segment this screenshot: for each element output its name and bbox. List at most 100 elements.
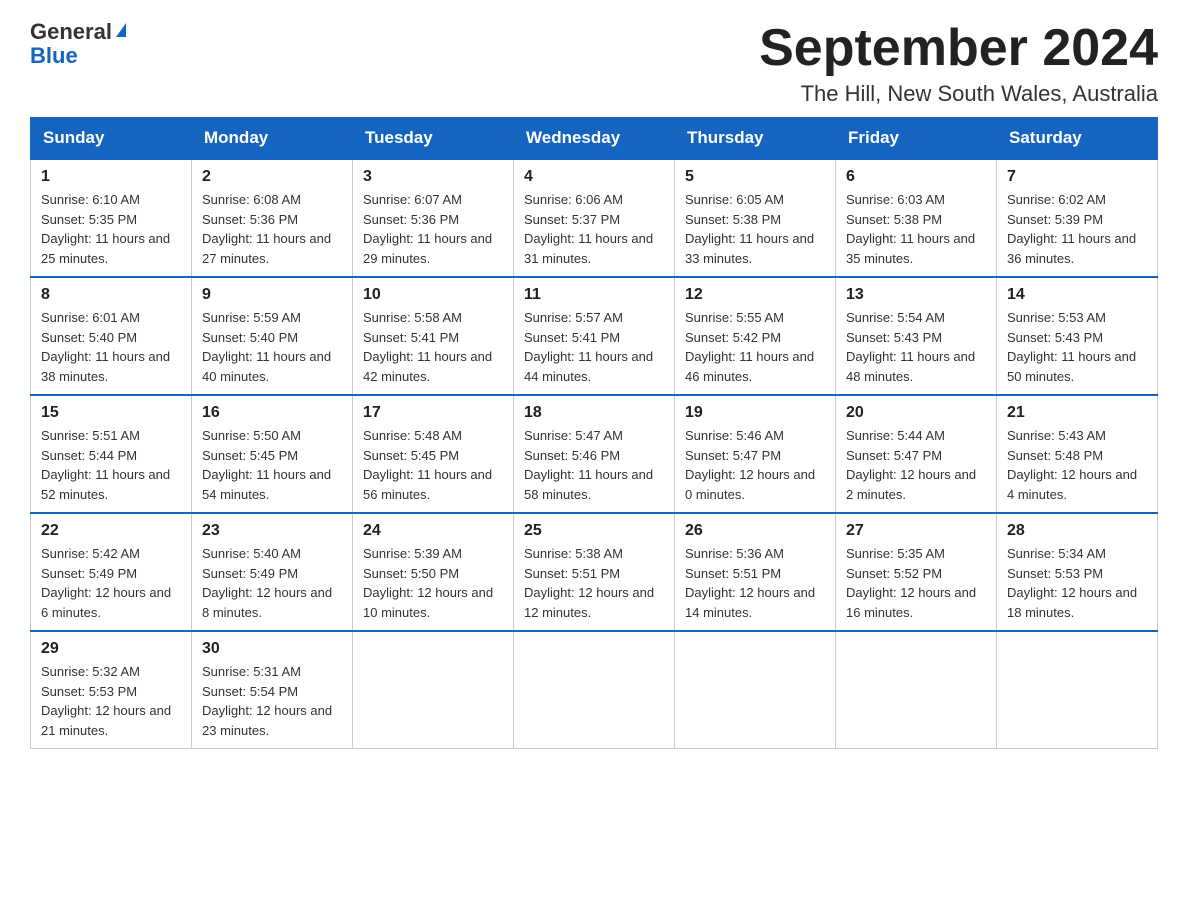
day-info: Sunrise: 5:50 AMSunset: 5:45 PMDaylight:… — [202, 428, 331, 502]
day-number: 21 — [1007, 404, 1147, 422]
page-header: General Blue September 2024 The Hill, Ne… — [30, 20, 1158, 107]
calendar-cell: 19 Sunrise: 5:46 AMSunset: 5:47 PMDaylig… — [675, 395, 836, 513]
day-info: Sunrise: 6:07 AMSunset: 5:36 PMDaylight:… — [363, 192, 492, 266]
calendar-cell — [836, 631, 997, 749]
day-info: Sunrise: 6:03 AMSunset: 5:38 PMDaylight:… — [846, 192, 975, 266]
logo-triangle-icon — [116, 23, 126, 37]
day-info: Sunrise: 6:05 AMSunset: 5:38 PMDaylight:… — [685, 192, 814, 266]
calendar-cell — [353, 631, 514, 749]
col-tuesday: Tuesday — [353, 118, 514, 160]
calendar-cell: 12 Sunrise: 5:55 AMSunset: 5:42 PMDaylig… — [675, 277, 836, 395]
calendar-cell: 23 Sunrise: 5:40 AMSunset: 5:49 PMDaylig… — [192, 513, 353, 631]
day-info: Sunrise: 5:35 AMSunset: 5:52 PMDaylight:… — [846, 546, 976, 620]
calendar-cell: 24 Sunrise: 5:39 AMSunset: 5:50 PMDaylig… — [353, 513, 514, 631]
day-number: 5 — [685, 168, 825, 186]
calendar-cell: 22 Sunrise: 5:42 AMSunset: 5:49 PMDaylig… — [31, 513, 192, 631]
day-info: Sunrise: 5:46 AMSunset: 5:47 PMDaylight:… — [685, 428, 815, 502]
day-info: Sunrise: 5:38 AMSunset: 5:51 PMDaylight:… — [524, 546, 654, 620]
calendar-cell: 27 Sunrise: 5:35 AMSunset: 5:52 PMDaylig… — [836, 513, 997, 631]
day-info: Sunrise: 5:54 AMSunset: 5:43 PMDaylight:… — [846, 310, 975, 384]
day-number: 14 — [1007, 286, 1147, 304]
calendar-week-3: 15 Sunrise: 5:51 AMSunset: 5:44 PMDaylig… — [31, 395, 1158, 513]
day-info: Sunrise: 5:40 AMSunset: 5:49 PMDaylight:… — [202, 546, 332, 620]
day-info: Sunrise: 5:42 AMSunset: 5:49 PMDaylight:… — [41, 546, 171, 620]
day-number: 15 — [41, 404, 181, 422]
day-number: 9 — [202, 286, 342, 304]
day-number: 19 — [685, 404, 825, 422]
location: The Hill, New South Wales, Australia — [759, 81, 1158, 107]
calendar-cell: 2 Sunrise: 6:08 AMSunset: 5:36 PMDayligh… — [192, 159, 353, 277]
day-number: 22 — [41, 522, 181, 540]
calendar-cell: 18 Sunrise: 5:47 AMSunset: 5:46 PMDaylig… — [514, 395, 675, 513]
day-info: Sunrise: 6:10 AMSunset: 5:35 PMDaylight:… — [41, 192, 170, 266]
calendar-cell: 3 Sunrise: 6:07 AMSunset: 5:36 PMDayligh… — [353, 159, 514, 277]
calendar-cell: 17 Sunrise: 5:48 AMSunset: 5:45 PMDaylig… — [353, 395, 514, 513]
day-info: Sunrise: 5:47 AMSunset: 5:46 PMDaylight:… — [524, 428, 653, 502]
day-info: Sunrise: 6:08 AMSunset: 5:36 PMDaylight:… — [202, 192, 331, 266]
day-info: Sunrise: 6:06 AMSunset: 5:37 PMDaylight:… — [524, 192, 653, 266]
day-info: Sunrise: 5:34 AMSunset: 5:53 PMDaylight:… — [1007, 546, 1137, 620]
day-number: 29 — [41, 640, 181, 658]
day-number: 12 — [685, 286, 825, 304]
day-number: 23 — [202, 522, 342, 540]
calendar-cell: 5 Sunrise: 6:05 AMSunset: 5:38 PMDayligh… — [675, 159, 836, 277]
day-info: Sunrise: 5:53 AMSunset: 5:43 PMDaylight:… — [1007, 310, 1136, 384]
calendar-cell — [997, 631, 1158, 749]
calendar-cell — [514, 631, 675, 749]
calendar-cell — [675, 631, 836, 749]
month-title: September 2024 — [759, 20, 1158, 77]
day-number: 1 — [41, 168, 181, 186]
day-number: 30 — [202, 640, 342, 658]
calendar-cell: 13 Sunrise: 5:54 AMSunset: 5:43 PMDaylig… — [836, 277, 997, 395]
day-info: Sunrise: 5:57 AMSunset: 5:41 PMDaylight:… — [524, 310, 653, 384]
col-thursday: Thursday — [675, 118, 836, 160]
calendar-cell: 20 Sunrise: 5:44 AMSunset: 5:47 PMDaylig… — [836, 395, 997, 513]
day-number: 13 — [846, 286, 986, 304]
calendar-cell: 16 Sunrise: 5:50 AMSunset: 5:45 PMDaylig… — [192, 395, 353, 513]
day-info: Sunrise: 5:48 AMSunset: 5:45 PMDaylight:… — [363, 428, 492, 502]
calendar-cell: 30 Sunrise: 5:31 AMSunset: 5:54 PMDaylig… — [192, 631, 353, 749]
calendar-cell: 9 Sunrise: 5:59 AMSunset: 5:40 PMDayligh… — [192, 277, 353, 395]
day-info: Sunrise: 5:59 AMSunset: 5:40 PMDaylight:… — [202, 310, 331, 384]
calendar-cell: 14 Sunrise: 5:53 AMSunset: 5:43 PMDaylig… — [997, 277, 1158, 395]
day-number: 2 — [202, 168, 342, 186]
day-number: 26 — [685, 522, 825, 540]
calendar-week-2: 8 Sunrise: 6:01 AMSunset: 5:40 PMDayligh… — [31, 277, 1158, 395]
day-number: 16 — [202, 404, 342, 422]
calendar-week-5: 29 Sunrise: 5:32 AMSunset: 5:53 PMDaylig… — [31, 631, 1158, 749]
calendar-week-4: 22 Sunrise: 5:42 AMSunset: 5:49 PMDaylig… — [31, 513, 1158, 631]
day-number: 27 — [846, 522, 986, 540]
calendar-body: 1 Sunrise: 6:10 AMSunset: 5:35 PMDayligh… — [31, 159, 1158, 749]
calendar-table: Sunday Monday Tuesday Wednesday Thursday… — [30, 117, 1158, 749]
logo-general-text: General — [30, 19, 112, 44]
calendar-cell: 26 Sunrise: 5:36 AMSunset: 5:51 PMDaylig… — [675, 513, 836, 631]
col-wednesday: Wednesday — [514, 118, 675, 160]
calendar-cell: 6 Sunrise: 6:03 AMSunset: 5:38 PMDayligh… — [836, 159, 997, 277]
logo-blue-text: Blue — [30, 44, 126, 68]
day-number: 20 — [846, 404, 986, 422]
day-info: Sunrise: 5:31 AMSunset: 5:54 PMDaylight:… — [202, 664, 332, 738]
title-block: September 2024 The Hill, New South Wales… — [759, 20, 1158, 107]
day-info: Sunrise: 5:43 AMSunset: 5:48 PMDaylight:… — [1007, 428, 1137, 502]
calendar-cell: 21 Sunrise: 5:43 AMSunset: 5:48 PMDaylig… — [997, 395, 1158, 513]
day-number: 25 — [524, 522, 664, 540]
day-info: Sunrise: 5:55 AMSunset: 5:42 PMDaylight:… — [685, 310, 814, 384]
day-info: Sunrise: 6:01 AMSunset: 5:40 PMDaylight:… — [41, 310, 170, 384]
day-number: 6 — [846, 168, 986, 186]
day-number: 10 — [363, 286, 503, 304]
calendar-cell: 4 Sunrise: 6:06 AMSunset: 5:37 PMDayligh… — [514, 159, 675, 277]
day-info: Sunrise: 5:39 AMSunset: 5:50 PMDaylight:… — [363, 546, 493, 620]
calendar-cell: 7 Sunrise: 6:02 AMSunset: 5:39 PMDayligh… — [997, 159, 1158, 277]
col-sunday: Sunday — [31, 118, 192, 160]
day-number: 11 — [524, 286, 664, 304]
col-friday: Friday — [836, 118, 997, 160]
calendar-cell: 28 Sunrise: 5:34 AMSunset: 5:53 PMDaylig… — [997, 513, 1158, 631]
calendar-cell: 29 Sunrise: 5:32 AMSunset: 5:53 PMDaylig… — [31, 631, 192, 749]
calendar-cell: 15 Sunrise: 5:51 AMSunset: 5:44 PMDaylig… — [31, 395, 192, 513]
calendar-week-1: 1 Sunrise: 6:10 AMSunset: 5:35 PMDayligh… — [31, 159, 1158, 277]
calendar-cell: 25 Sunrise: 5:38 AMSunset: 5:51 PMDaylig… — [514, 513, 675, 631]
day-number: 3 — [363, 168, 503, 186]
day-number: 17 — [363, 404, 503, 422]
day-info: Sunrise: 6:02 AMSunset: 5:39 PMDaylight:… — [1007, 192, 1136, 266]
day-number: 28 — [1007, 522, 1147, 540]
